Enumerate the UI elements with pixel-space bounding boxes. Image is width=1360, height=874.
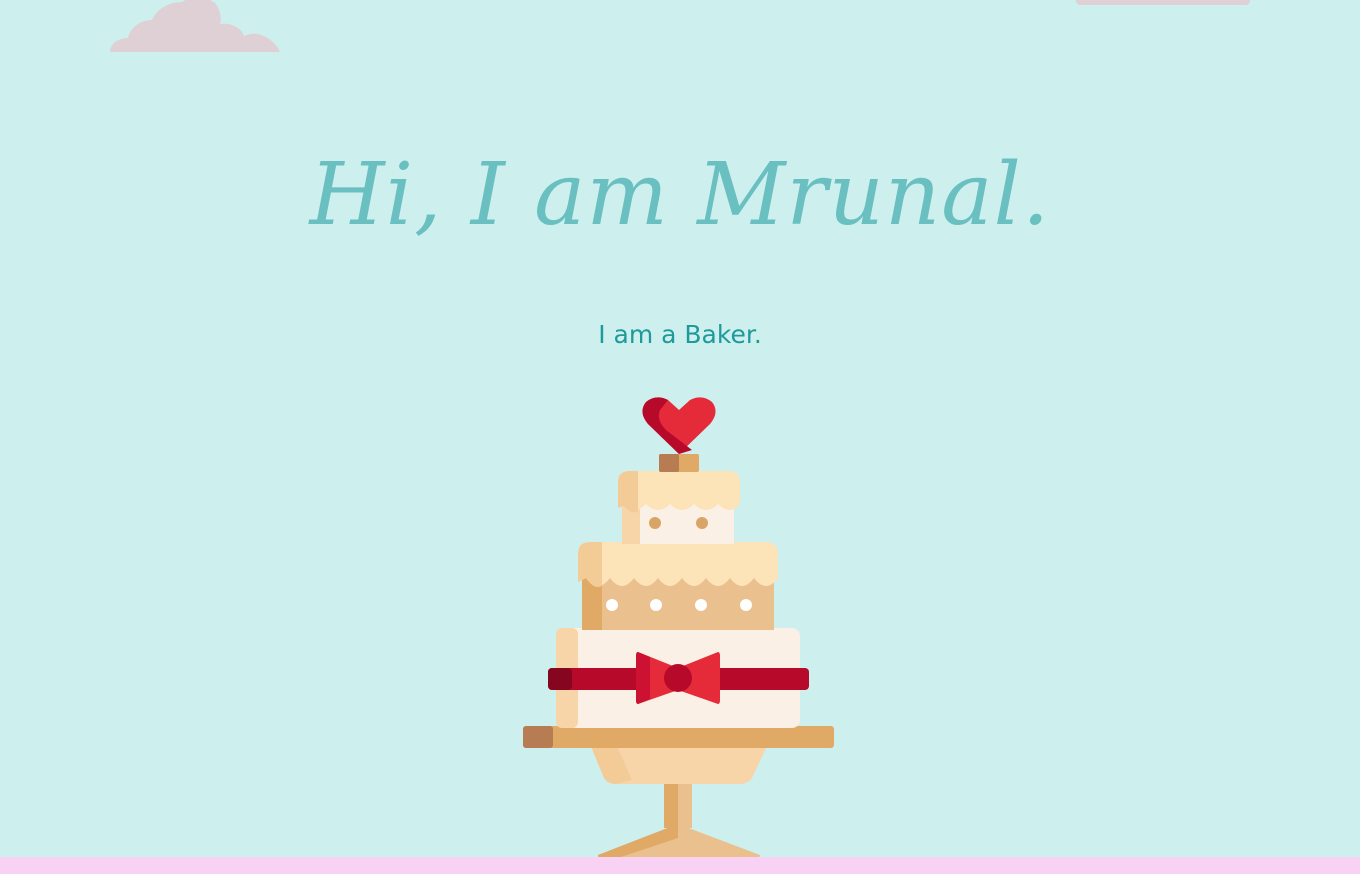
cloud-icon xyxy=(1076,0,1250,5)
wedding-cake-icon xyxy=(523,397,834,858)
ground-strip xyxy=(0,857,1360,874)
hero-title: Hi, I am Mrunal. xyxy=(309,145,1051,245)
hero-subtitle: I am a Baker. xyxy=(598,320,762,349)
cloud-icon xyxy=(110,0,280,52)
